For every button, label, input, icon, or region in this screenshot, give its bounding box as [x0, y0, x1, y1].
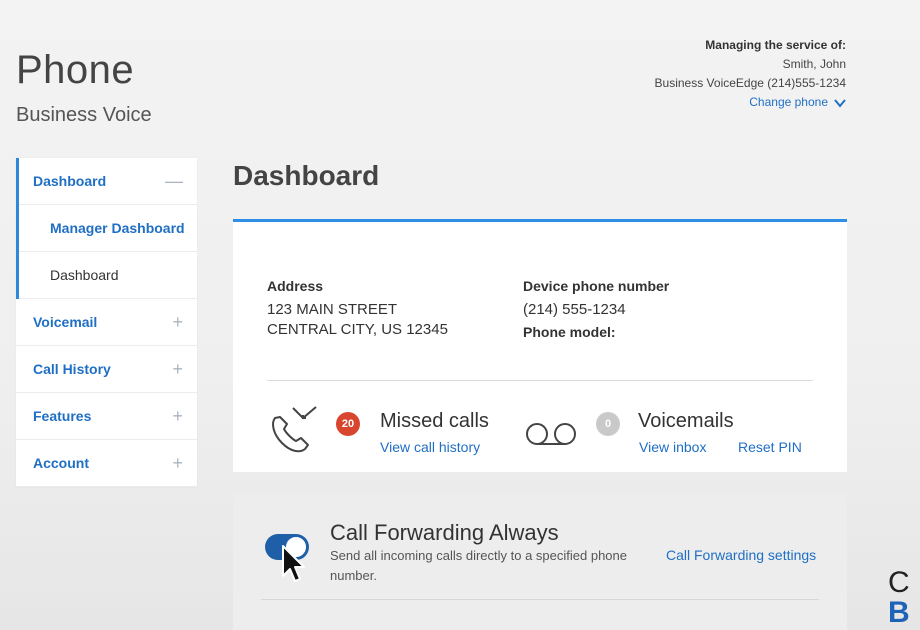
service-line: Business VoiceEdge (214)555-1234 — [654, 76, 846, 90]
sidebar-item-account[interactable]: Account + — [16, 440, 197, 487]
missed-calls-badge: 20 — [336, 412, 360, 436]
page-subtitle: Business Voice — [16, 104, 152, 126]
device-number: (214) 555-1234 — [523, 301, 626, 318]
view-inbox-link[interactable]: View inbox — [639, 439, 706, 455]
sidebar-group-dashboard: Dashboard — Manager Dashboard Dashboard — [16, 158, 197, 299]
address-line-1: 123 MAIN STREET — [267, 301, 398, 318]
sidebar-item-label: Call History — [33, 361, 111, 377]
address-block: Address 123 MAIN STREET CENTRAL CITY, US… — [267, 278, 448, 340]
sidebar-item-label: Voicemail — [33, 314, 98, 330]
sidebar-subitem-manager-dashboard[interactable]: Manager Dashboard — [19, 205, 197, 252]
service-info: Managing the service of: Smith, John Bus… — [655, 36, 846, 112]
missed-call-icon — [272, 406, 317, 453]
view-call-history-link[interactable]: View call history — [380, 439, 480, 455]
voicemails-title: Voicemails — [638, 410, 734, 432]
phone-model-label: Phone model: — [523, 324, 616, 340]
divider — [267, 380, 813, 381]
call-forwarding-description: Send all incoming calls directly to a sp… — [330, 548, 628, 583]
sidebar-item-dashboard[interactable]: Dashboard — — [19, 158, 197, 205]
expand-icon[interactable]: + — [172, 359, 183, 380]
sidebar-subitem-dashboard[interactable]: Dashboard — [19, 252, 197, 299]
sidebar-item-voicemail[interactable]: Voicemail + — [16, 299, 197, 346]
address-line-2: CENTRAL CITY, US 12345 — [267, 321, 448, 338]
call-forwarding-card: Call Forwarding Always Send all incoming… — [233, 492, 847, 630]
divider — [261, 599, 819, 600]
address-label: Address — [267, 278, 324, 294]
expand-icon[interactable]: + — [172, 453, 183, 474]
call-forwarding-settings-link[interactable]: Call Forwarding settings — [666, 547, 816, 563]
sidebar-item-features[interactable]: Features + — [16, 393, 197, 440]
chevron-down-icon — [834, 98, 846, 108]
change-phone-label: Change phone — [749, 95, 828, 109]
sidebar: Dashboard — Manager Dashboard Dashboard … — [16, 158, 197, 487]
expand-icon[interactable]: + — [172, 406, 183, 427]
sidebar-item-label: Account — [33, 455, 89, 471]
sidebar-item-call-history[interactable]: Call History + — [16, 346, 197, 393]
main-title: Dashboard — [233, 160, 380, 191]
reset-pin-link[interactable]: Reset PIN — [738, 439, 802, 455]
device-label: Device phone number — [523, 278, 670, 294]
change-phone-link[interactable]: Change phone — [749, 93, 846, 112]
missed-calls-title: Missed calls — [380, 410, 489, 432]
sidebar-item-label: Features — [33, 408, 92, 424]
call-forwarding-title: Call Forwarding Always — [330, 520, 559, 545]
service-name: Smith, John — [782, 57, 846, 71]
sidebar-item-label: Dashboard — [33, 173, 107, 189]
device-block: Device phone number (214) 555-1234 Phone… — [523, 278, 669, 346]
service-heading: Managing the service of: — [705, 38, 846, 52]
mouse-cursor-icon — [282, 545, 305, 582]
corner-logo-line-1: C — [888, 566, 910, 599]
page-title: Phone — [16, 48, 135, 92]
expand-icon[interactable]: + — [172, 312, 183, 333]
voicemails-badge: 0 — [596, 412, 620, 436]
dashboard-card: Address 123 MAIN STREET CENTRAL CITY, US… — [233, 219, 847, 472]
collapse-icon[interactable]: — — [165, 171, 183, 192]
corner-logo-line-2: B — [888, 596, 910, 629]
corner-logo: C B — [888, 562, 920, 630]
voicemail-icon — [526, 423, 576, 445]
